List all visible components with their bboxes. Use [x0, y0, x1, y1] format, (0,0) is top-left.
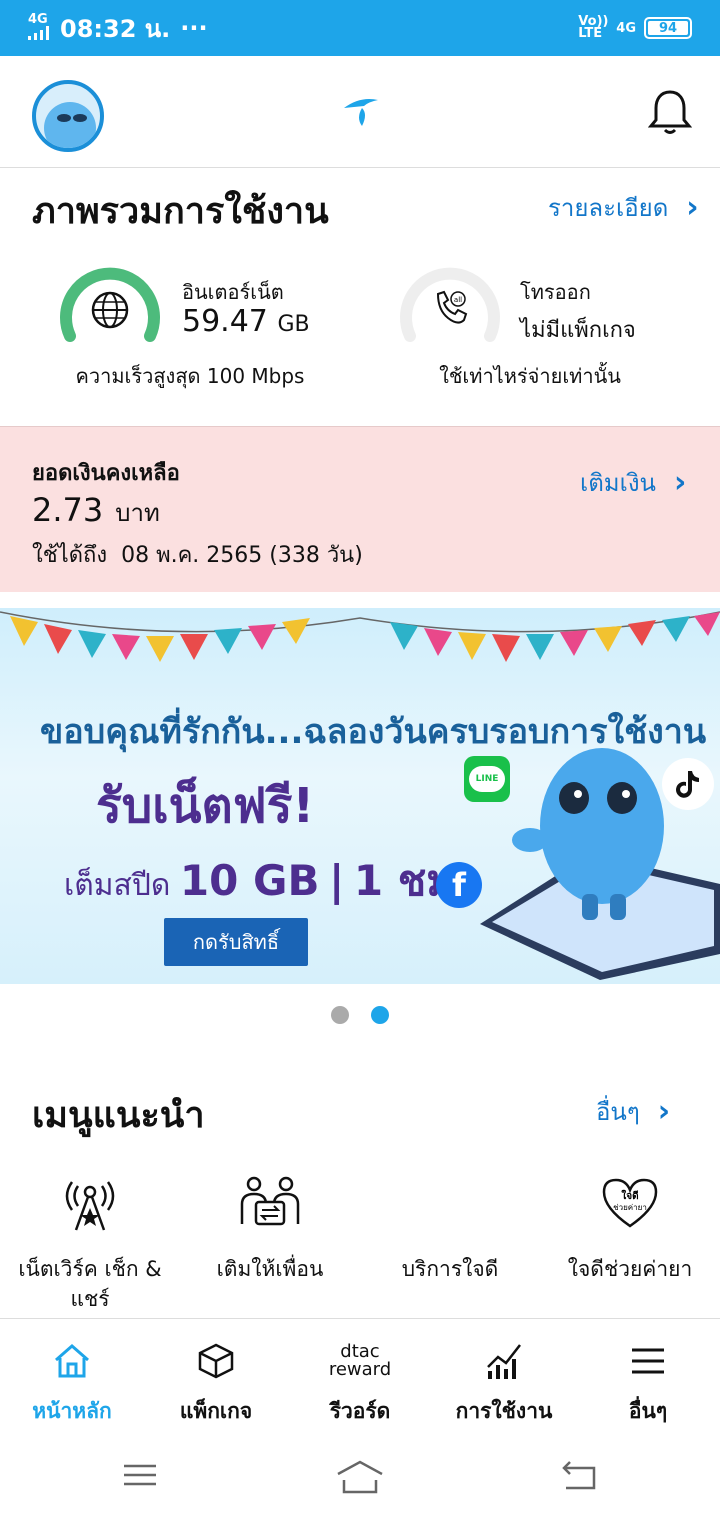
balance-validity: ใช้ได้ถึง 08 พ.ค. 2565 (338 วัน)	[32, 537, 363, 572]
nav-label: แพ็กเกจ	[179, 1399, 253, 1423]
blank-icon	[360, 1166, 540, 1238]
more-icon: ···	[180, 14, 208, 42]
balance-amount: 2.73 บาท	[32, 491, 160, 532]
balance-card: ยอดเงินคงเหลือ 2.73 บาท ใช้ได้ถึง 08 พ.ค.…	[0, 426, 720, 592]
menu-item-network-check[interactable]: เน็ตเวิร์ค เช็ก & แชร์	[0, 1166, 180, 1314]
avatar[interactable]	[32, 80, 104, 152]
menu-item-label: ใจดีช่วยค่ายา	[567, 1257, 693, 1281]
status-bar: 4G 08:32 น. ··· Vo)) LTE 4G 94	[0, 0, 720, 56]
box-icon	[144, 1339, 288, 1383]
internet-unit: GB	[277, 312, 310, 337]
menu-item-jaidee-service[interactable]: บริการใจดี	[360, 1166, 540, 1284]
jaidee-heart-icon: ใจดี ช่วยค่ายา	[540, 1166, 720, 1238]
menu-item-topup-friend[interactable]: เติมให้เพื่อน	[180, 1166, 360, 1284]
details-link-label: รายละเอียด	[548, 194, 669, 222]
nav-label: รีวอร์ด	[329, 1399, 391, 1423]
nav-usage[interactable]: การใช้งาน	[432, 1339, 576, 1428]
promo-banner[interactable]: ขอบคุณที่รักกัน...ฉลองวันครบรอบการใช้งาน…	[0, 608, 720, 984]
bell-icon[interactable]	[647, 88, 693, 140]
claim-button[interactable]: กดรับสิทธิ์	[164, 918, 308, 966]
carousel-indicator	[0, 1006, 720, 1024]
network-tower-icon	[0, 1166, 180, 1238]
nav-label: การใช้งาน	[455, 1399, 553, 1423]
internet-value: 59.47 GB	[182, 304, 310, 339]
call-label: โทรออก	[520, 280, 591, 304]
nav-label: หน้าหลัก	[32, 1399, 112, 1423]
menu-more-link[interactable]: อื่นๆ ›	[596, 1092, 670, 1131]
nav-label: อื่นๆ	[628, 1399, 668, 1423]
menu-item-label: บริการใจดี	[401, 1257, 499, 1281]
bunting-decoration	[0, 611, 720, 662]
topup-friend-icon	[180, 1166, 360, 1238]
usage-overview: ภาพรวมการใช้งาน รายละเอียด › อินเตอร์เน็…	[0, 168, 720, 426]
topup-link[interactable]: เติมเงิน ›	[580, 463, 686, 502]
banner-offer-amount: 10 GB	[179, 856, 320, 905]
recent-apps-icon[interactable]	[122, 1460, 158, 1494]
menu-icon	[576, 1339, 720, 1383]
carousel-dot-1[interactable]	[331, 1006, 349, 1024]
nav-package[interactable]: แพ็กเกจ	[144, 1339, 288, 1428]
banner-offer-prefix: เต็มสปีด	[64, 868, 171, 903]
back-icon[interactable]	[560, 1460, 598, 1496]
overview-title: ภาพรวมการใช้งาน	[32, 191, 329, 232]
call-gauge[interactable]: all	[398, 260, 502, 348]
menu-more-label: อื่นๆ	[596, 1098, 640, 1126]
globe-icon	[90, 290, 130, 334]
balance-title: ยอดเงินคงเหลือ	[32, 461, 180, 486]
dtac-reward-icon: dtac reward	[288, 1339, 432, 1383]
banner-offer: เต็มสปีด 10 GB | 1 ชม.	[64, 848, 470, 914]
app-header	[0, 56, 720, 168]
internet-gauge[interactable]	[58, 260, 162, 348]
menu-item-label: เน็ตเวิร์ค เช็ก & แชร์	[18, 1257, 162, 1311]
network-4g-icon: 4G	[616, 20, 636, 36]
balance-value: 2.73	[32, 491, 104, 529]
svg-text:all: all	[454, 296, 462, 304]
details-link[interactable]: รายละเอียด ›	[548, 188, 699, 227]
bottom-nav: หน้าหลัก แพ็กเกจ dtac reward รีวอร์ด การ…	[0, 1318, 720, 1438]
valid-label: ใช้ได้ถึง	[32, 543, 108, 568]
balance-currency: บาท	[115, 499, 160, 527]
volte-icon: Vo)) LTE	[578, 14, 609, 41]
call-value: ไม่มีแพ็กเกจ	[520, 318, 636, 343]
reward-logo-bottom: reward	[328, 1359, 392, 1380]
usage-chart-icon	[432, 1339, 576, 1383]
nav-more[interactable]: อื่นๆ	[576, 1339, 720, 1428]
valid-date: 08 พ.ค. 2565 (338 วัน)	[121, 543, 363, 568]
carousel-dot-2[interactable]	[371, 1006, 389, 1024]
dtac-logo	[340, 94, 382, 132]
nav-reward[interactable]: dtac reward รีวอร์ด	[288, 1339, 432, 1428]
banner-offer-separator: |	[329, 856, 345, 905]
nav-home[interactable]: หน้าหลัก	[0, 1339, 144, 1428]
menu-title: เมนูแนะนำ	[32, 1095, 205, 1136]
svg-text:ช่วยค่ายา: ช่วยค่ายา	[613, 1203, 647, 1212]
internet-speed: ความเร็วสูงสุด 100 Mbps	[75, 364, 305, 388]
battery-icon: 94	[644, 17, 692, 39]
home-icon	[0, 1339, 144, 1383]
signal-icon: 4G	[28, 13, 50, 43]
chevron-right-icon: ›	[686, 190, 699, 225]
clock: 08:32 น.	[60, 14, 171, 43]
banner-title: รับเน็ตฟรี!	[96, 778, 315, 834]
mascot-illustration	[480, 748, 720, 980]
internet-amount: 59.47	[182, 304, 268, 339]
call-sub: ใช้เท่าไหร่จ่ายเท่านั้น	[439, 364, 621, 388]
chevron-right-icon: ›	[673, 465, 687, 500]
phone-all-icon: all	[430, 288, 470, 332]
home-button-icon[interactable]	[336, 1460, 384, 1498]
system-nav-bar	[0, 1438, 720, 1520]
svg-text:ใจดี: ใจดี	[621, 1189, 638, 1202]
menu-item-jaidee-medicine[interactable]: ใจดี ช่วยค่ายา ใจดีช่วยค่ายา	[540, 1166, 720, 1284]
menu-item-label: เติมให้เพื่อน	[216, 1257, 324, 1281]
chevron-right-icon: ›	[657, 1094, 671, 1129]
topup-link-label: เติมเงิน	[580, 469, 656, 497]
